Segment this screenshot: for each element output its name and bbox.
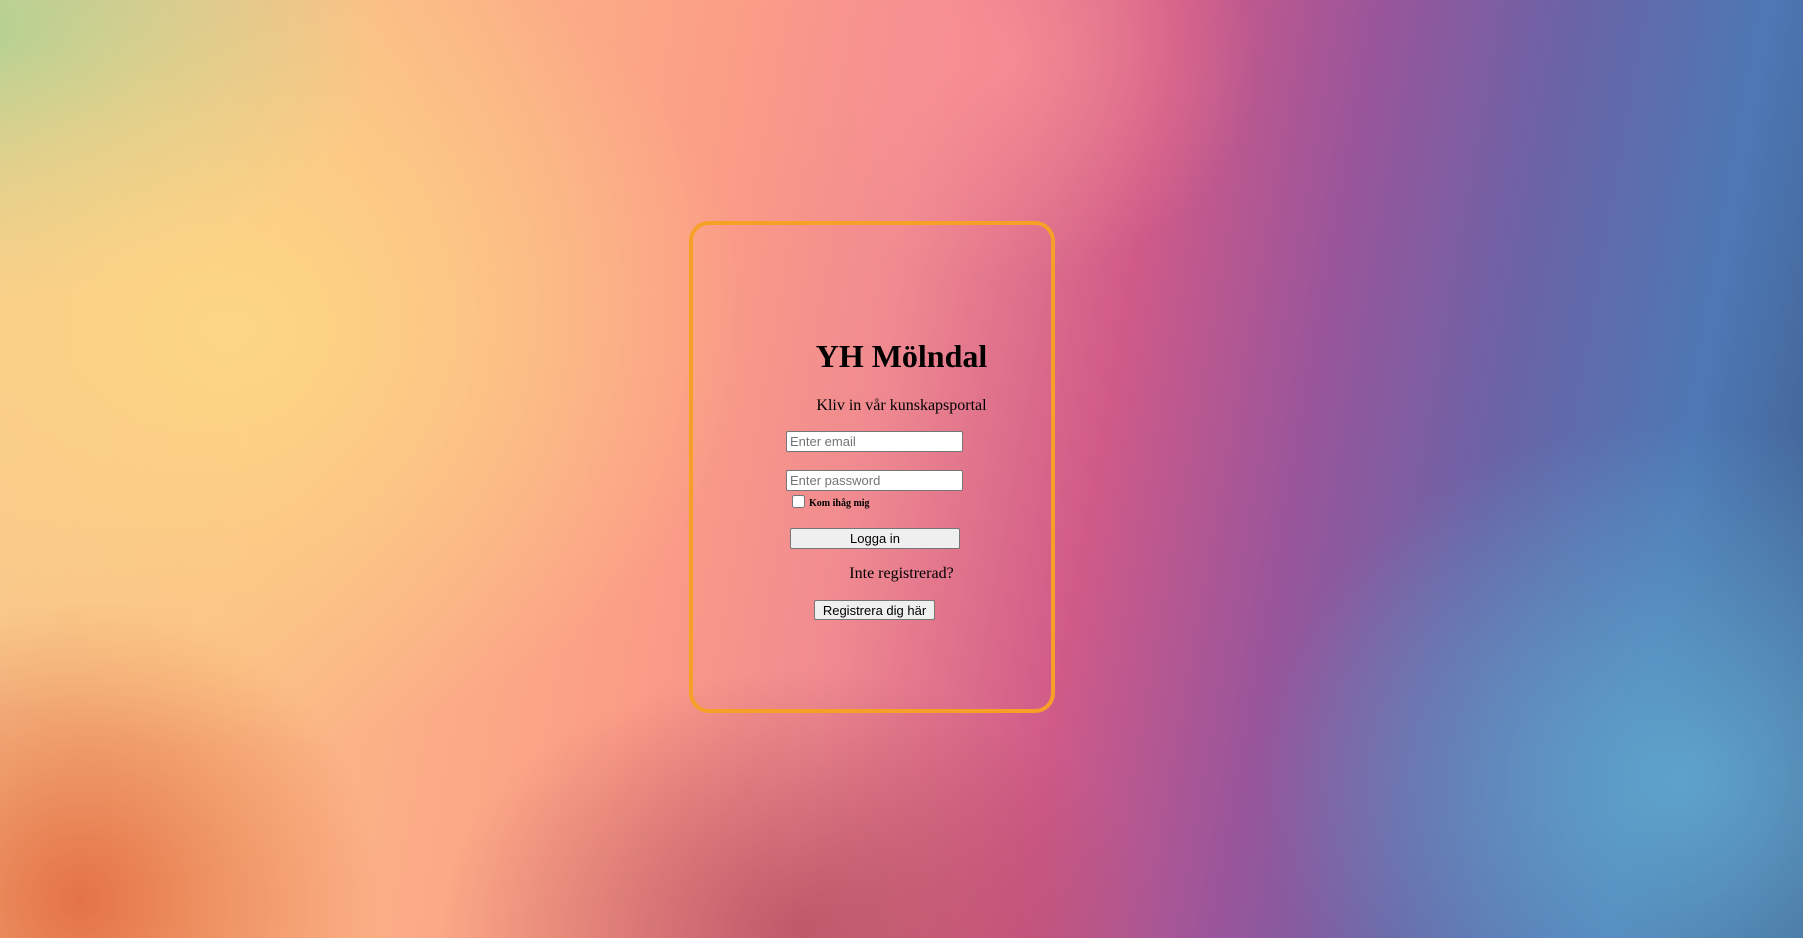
page-title: YH Mölndal bbox=[815, 338, 988, 374]
email-input[interactable] bbox=[786, 431, 963, 452]
login-card bbox=[689, 221, 1055, 713]
password-input[interactable] bbox=[786, 470, 963, 491]
remember-me-label: Kom ihåg mig bbox=[809, 497, 870, 509]
register-button[interactable]: Registrera dig här bbox=[814, 600, 935, 620]
remember-me-checkbox[interactable] bbox=[792, 494, 805, 508]
login-button[interactable]: Logga in bbox=[790, 528, 960, 549]
remember-me-row[interactable]: Kom ihåg mig bbox=[792, 493, 870, 509]
not-registered-text: Inte registrerad? bbox=[849, 565, 954, 582]
subtitle: Kliv in vår kunskapsportal bbox=[816, 397, 987, 414]
